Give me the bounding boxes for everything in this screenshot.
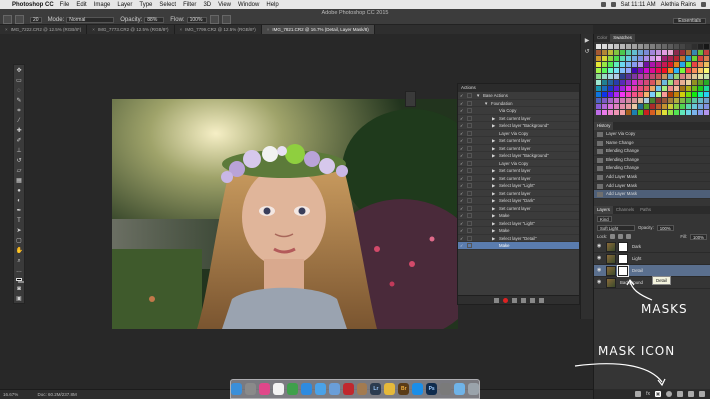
dock-calendar-icon[interactable] xyxy=(272,383,284,395)
dock-mail-icon[interactable] xyxy=(314,383,326,395)
dock-photoshop-icon[interactable]: Ps xyxy=(426,383,438,395)
dock-chrome-icon[interactable] xyxy=(286,383,298,395)
dock-finder-icon[interactable] xyxy=(231,383,242,395)
dock-launchpad-icon[interactable] xyxy=(245,383,256,395)
dock-safari-icon[interactable] xyxy=(300,383,312,395)
dock-itunes-icon[interactable] xyxy=(258,383,270,395)
dock-lightroom-icon[interactable]: Lr xyxy=(370,383,382,395)
dock-acrobat-icon[interactable] xyxy=(342,383,354,395)
zoom-level[interactable]: 16.67% xyxy=(3,392,18,397)
dock-preview-icon[interactable] xyxy=(328,383,340,395)
dock-app-store-icon[interactable] xyxy=(412,383,424,395)
dock-bridge-icon[interactable]: Br xyxy=(398,383,410,395)
dock-trash-icon[interactable] xyxy=(468,383,479,395)
mac-dock: Lr Br Ps xyxy=(230,379,480,399)
dock-photos-icon[interactable] xyxy=(384,383,396,395)
dock-system-preferences-icon[interactable] xyxy=(440,383,452,395)
annotation-arrows xyxy=(574,278,666,387)
doc-size[interactable]: Doc: 60.2M/237.8M xyxy=(38,392,77,397)
dock-folder-icon[interactable] xyxy=(454,383,465,395)
dock-contacts-icon[interactable] xyxy=(356,383,368,395)
